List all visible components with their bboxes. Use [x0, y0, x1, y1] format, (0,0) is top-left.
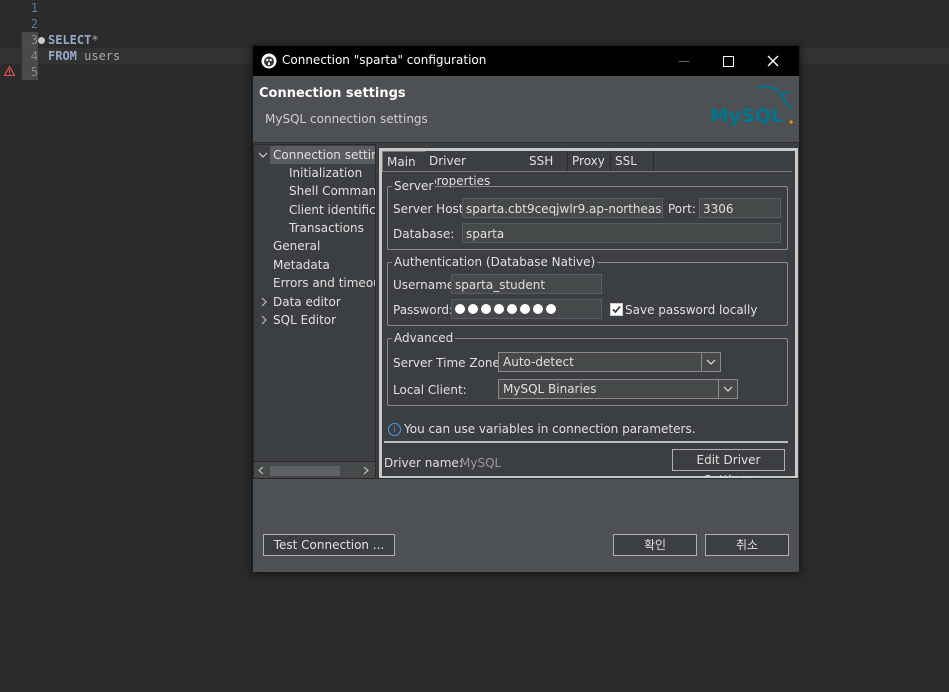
- tree-item-data-editor[interactable]: Data editor: [273, 293, 341, 311]
- line-number: 5: [22, 64, 38, 80]
- advanced-group: Advanced Server Time Zone: Auto-detect L…: [387, 330, 788, 406]
- dialog-header: Connection settings MySQL connection set…: [253, 76, 799, 143]
- mysql-logo: MySQL: [710, 85, 793, 127]
- ok-button[interactable]: 확인: [613, 534, 697, 556]
- sql-text: *: [91, 33, 99, 47]
- minimize-button[interactable]: [661, 46, 707, 76]
- dialog-footer: Test Connection ... 확인 취소: [253, 478, 799, 572]
- tab-driver-properties[interactable]: Driver properties: [425, 151, 527, 188]
- tab-panel: Main Driver properties SSH Proxy SSL Ser…: [379, 148, 798, 487]
- horizontal-scrollbar[interactable]: [254, 461, 375, 479]
- chevron-down-icon[interactable]: [718, 380, 737, 398]
- test-connection-button[interactable]: Test Connection ...: [263, 534, 395, 556]
- tab-bar: Main Driver properties SSH Proxy SSL: [382, 151, 795, 188]
- password-input[interactable]: [451, 299, 602, 319]
- chevron-down-icon[interactable]: [701, 353, 720, 371]
- connection-config-dialog: Connection "sparta" configuration Connec…: [252, 45, 800, 572]
- code-line[interactable]: SELECT*: [48, 32, 99, 48]
- close-icon: [767, 55, 779, 67]
- username-input[interactable]: sparta_student: [451, 274, 602, 294]
- dbeaver-icon: [261, 53, 277, 69]
- host-input[interactable]: sparta.cbt9ceqjwlr9.ap-northeast-2.rds.a…: [462, 198, 663, 218]
- warning-icon[interactable]: [4, 66, 15, 76]
- database-input[interactable]: sparta: [462, 223, 781, 243]
- dialog-title: Connection "sparta" configuration: [282, 53, 487, 67]
- close-button[interactable]: [750, 46, 796, 76]
- page-subtitle: MySQL connection settings: [265, 112, 428, 126]
- maximize-button[interactable]: [705, 46, 751, 76]
- tree-item-connection-settings[interactable]: Connection settings: [270, 146, 375, 164]
- local-client-label: Local Client:: [393, 383, 467, 397]
- line-number: 2: [30, 17, 38, 31]
- logo-text: MySQL: [710, 105, 783, 127]
- editor-line[interactable]: 2: [0, 16, 949, 32]
- code-line[interactable]: FROM users: [48, 48, 120, 64]
- tree-item-metadata[interactable]: Metadata: [273, 256, 330, 274]
- sql-text: users: [76, 49, 121, 63]
- tree-item-sql-editor[interactable]: SQL Editor: [273, 311, 336, 329]
- tab-ssl[interactable]: SSL: [611, 151, 654, 171]
- dialog-titlebar[interactable]: Connection "sparta" configuration: [253, 46, 799, 76]
- chevron-down-icon[interactable]: [258, 150, 268, 160]
- divider: [384, 441, 788, 443]
- scrollbar-thumb[interactable]: [270, 466, 340, 476]
- save-password-label[interactable]: Save password locally: [625, 302, 757, 318]
- database-label: Database:: [393, 227, 455, 241]
- tree-item-transactions[interactable]: Transactions: [289, 219, 364, 237]
- editor-line[interactable]: 1: [0, 0, 949, 16]
- timezone-select[interactable]: Auto-detect: [498, 352, 721, 372]
- variables-info-text: You can use variables in connection para…: [404, 422, 696, 436]
- password-label: Password:: [393, 303, 454, 317]
- scroll-right-icon[interactable]: [361, 465, 371, 476]
- group-legend: Advanced: [392, 330, 456, 346]
- line-number: 3: [22, 32, 38, 48]
- chevron-right-icon[interactable]: [259, 297, 269, 307]
- tab-main[interactable]: Main: [382, 151, 426, 172]
- cancel-button[interactable]: 취소: [705, 534, 789, 556]
- password-mask: [455, 300, 598, 318]
- tab-ssh[interactable]: SSH: [525, 151, 568, 171]
- check-icon: [612, 305, 621, 314]
- scroll-left-icon[interactable]: [256, 465, 266, 476]
- edit-driver-settings-button[interactable]: Edit Driver Settings: [672, 449, 785, 487]
- username-label: Username:: [393, 278, 459, 292]
- group-legend: Server: [392, 178, 436, 194]
- port-input[interactable]: 3306: [699, 198, 781, 218]
- maximize-icon: [722, 55, 734, 67]
- chevron-right-icon[interactable]: [259, 315, 269, 325]
- statement-marker-icon: [38, 37, 45, 44]
- sql-keyword: FROM: [48, 49, 77, 63]
- line-number: 4: [22, 48, 38, 64]
- tree-item-shell-commands[interactable]: Shell Commands: [289, 182, 375, 200]
- timezone-value: Auto-detect: [503, 355, 574, 369]
- local-client-select[interactable]: MySQL Binaries: [498, 379, 738, 399]
- page-title: Connection settings: [259, 86, 406, 101]
- settings-tree[interactable]: Connection settings Initialization Shell…: [253, 144, 376, 480]
- host-label: Server Host:: [393, 202, 468, 216]
- local-client-value: MySQL Binaries: [503, 382, 597, 396]
- sql-keyword: SELECT: [48, 33, 92, 47]
- authentication-group: Authentication (Database Native) Usernam…: [387, 254, 788, 326]
- tab-proxy[interactable]: Proxy: [568, 151, 611, 171]
- tree-item-client-identification[interactable]: Client identification: [289, 201, 375, 219]
- tab-main-content: Server Server Host: sparta.cbt9ceqjwlr9.…: [383, 171, 792, 487]
- info-icon: i: [388, 423, 401, 436]
- settings-content: Main Driver properties SSH Proxy SSL Ser…: [377, 144, 799, 487]
- tree-item-general[interactable]: General: [273, 237, 320, 255]
- driver-name-label: Driver name:: [384, 456, 463, 470]
- minimize-icon: [679, 60, 689, 62]
- server-group: Server Server Host: sparta.cbt9ceqjwlr9.…: [387, 178, 788, 250]
- tree-item-errors-timeouts[interactable]: Errors and timeouts: [273, 274, 375, 292]
- line-number: 1: [30, 1, 38, 15]
- save-password-checkbox[interactable]: [610, 303, 623, 316]
- driver-name-value: MySQL: [460, 456, 502, 470]
- port-label: Port:: [668, 202, 696, 216]
- group-legend: Authentication (Database Native): [392, 254, 598, 270]
- timezone-label: Server Time Zone:: [393, 356, 504, 370]
- tree-item-initialization[interactable]: Initialization: [289, 164, 362, 182]
